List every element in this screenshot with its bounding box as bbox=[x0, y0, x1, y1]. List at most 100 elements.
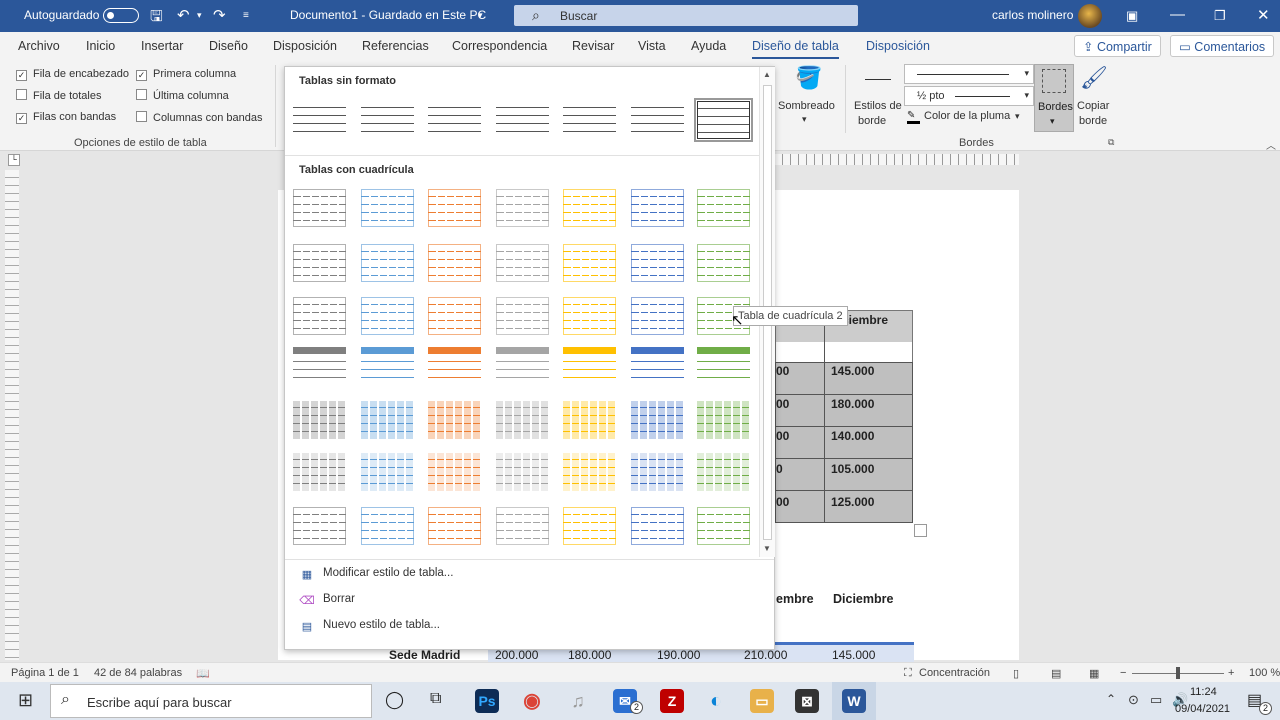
tab-correspondencia[interactable]: Correspondencia bbox=[452, 39, 547, 53]
grid-table-style-thumb[interactable] bbox=[496, 297, 549, 335]
close-icon[interactable]: ✕ bbox=[1257, 6, 1270, 24]
grid-table-style-thumb[interactable] bbox=[293, 244, 346, 282]
grid-table-style-thumb[interactable] bbox=[631, 297, 684, 335]
grid-table-style-thumb[interactable] bbox=[361, 507, 414, 545]
tab-ayuda[interactable]: Ayuda bbox=[691, 39, 726, 53]
scroll-up-icon[interactable]: ▲ bbox=[763, 70, 771, 79]
borders-button[interactable]: Bordes ▾ bbox=[1034, 64, 1074, 132]
horizontal-ruler[interactable] bbox=[775, 154, 1019, 165]
tab-inicio[interactable]: Inicio bbox=[86, 39, 115, 53]
tab-archivo[interactable]: Archivo bbox=[18, 39, 60, 53]
word-count[interactable]: 42 de 84 palabras bbox=[94, 667, 182, 679]
checkbox-first-column[interactable]: ✓ Primera columna bbox=[136, 68, 236, 81]
grid-table-style-thumb[interactable] bbox=[563, 401, 616, 439]
grid-table-style-thumb[interactable] bbox=[631, 507, 684, 545]
grid-table-style-thumb[interactable] bbox=[428, 401, 481, 439]
pen-color-label[interactable]: Color de la pluma bbox=[924, 110, 1010, 122]
windows-start-icon[interactable]: ⊞ bbox=[18, 690, 33, 711]
chrome-icon[interactable]: ◉ bbox=[520, 689, 544, 713]
tray-network-icon[interactable]: ⊙ bbox=[1128, 692, 1139, 708]
tray-battery-icon[interactable]: ▭ bbox=[1150, 692, 1162, 708]
clock-time[interactable]: 11:24 bbox=[1190, 686, 1217, 698]
tab-revisar[interactable]: Revisar bbox=[572, 39, 614, 53]
minimize-icon[interactable]: — bbox=[1170, 6, 1185, 23]
grid-table-style-thumb[interactable] bbox=[563, 189, 616, 227]
grid-table-style-thumb[interactable] bbox=[496, 347, 549, 385]
grid-table-style-thumb[interactable] bbox=[428, 347, 481, 385]
grid-table-style-thumb[interactable] bbox=[496, 401, 549, 439]
grid-table-style-thumb[interactable] bbox=[563, 297, 616, 335]
grid-table-style-thumb[interactable] bbox=[631, 244, 684, 282]
share-button[interactable]: ⇪ Compartir bbox=[1074, 35, 1161, 57]
grid-table-style-thumb[interactable] bbox=[361, 401, 414, 439]
collapse-ribbon-icon[interactable]: ︿ bbox=[1266, 137, 1276, 152]
checkbox-banded-rows[interactable]: ✓ Filas con bandas bbox=[16, 111, 116, 124]
restore-icon[interactable]: ❐ bbox=[1214, 8, 1226, 24]
grid-table-style-thumb[interactable] bbox=[496, 244, 549, 282]
grid-table-style-thumb[interactable] bbox=[496, 453, 549, 491]
border-styles-label2[interactable]: borde bbox=[858, 115, 886, 127]
itunes-icon[interactable]: ♫ bbox=[566, 689, 590, 713]
proofing-icon[interactable]: 📖 bbox=[196, 667, 210, 680]
table-blank-row[interactable] bbox=[775, 342, 913, 362]
tab-selector-icon[interactable]: └ bbox=[8, 154, 20, 166]
zoom-in-icon[interactable]: + bbox=[1228, 667, 1234, 679]
search-box[interactable]: ⌕ Buscar bbox=[514, 5, 858, 26]
tab-disposicion-tabla[interactable]: Disposición bbox=[866, 39, 930, 53]
border-painter-label[interactable]: Copiar bbox=[1077, 100, 1109, 112]
table-style-thumb-selected[interactable] bbox=[694, 98, 753, 142]
grid-table-style-thumb[interactable] bbox=[563, 453, 616, 491]
undo-dropdown-icon[interactable]: ▾ bbox=[197, 10, 202, 21]
grid-table-style-thumb[interactable] bbox=[631, 189, 684, 227]
grid-table-style-thumb[interactable] bbox=[293, 189, 346, 227]
grid-table-style-thumb[interactable] bbox=[697, 347, 750, 385]
focus-label[interactable]: Concentración bbox=[919, 667, 990, 679]
zoom-level[interactable]: 100 % bbox=[1249, 667, 1280, 679]
table-style-thumb[interactable] bbox=[631, 101, 684, 139]
pen-color-dropdown-icon[interactable]: ▾ bbox=[1015, 111, 1020, 122]
user-name[interactable]: carlos molinero bbox=[992, 8, 1073, 22]
table-style-thumb[interactable] bbox=[563, 101, 616, 139]
grid-table-style-thumb[interactable] bbox=[563, 507, 616, 545]
table-style-thumb[interactable] bbox=[496, 101, 549, 139]
page-count[interactable]: Página 1 de 1 bbox=[11, 667, 79, 679]
grid-table-style-thumb[interactable] bbox=[293, 507, 346, 545]
zoom-slider-thumb[interactable] bbox=[1176, 667, 1180, 679]
grid-table-style-thumb[interactable] bbox=[496, 507, 549, 545]
border-painter-icon[interactable]: 🖌 bbox=[1080, 65, 1108, 91]
scroll-down-icon[interactable]: ▼ bbox=[763, 544, 771, 553]
document-title[interactable]: Documento1 - Guardado en Este PC bbox=[290, 8, 486, 22]
checkbox-last-column[interactable]: Última columna bbox=[136, 89, 229, 102]
ribbon-display-icon[interactable]: ▣ bbox=[1126, 8, 1138, 24]
grid-table-style-thumb[interactable] bbox=[428, 189, 481, 227]
grid-table-style-thumb[interactable] bbox=[428, 244, 481, 282]
zoom-out-icon[interactable]: − bbox=[1120, 667, 1126, 679]
paint-bucket-icon[interactable]: 🪣 bbox=[795, 65, 822, 91]
table-resize-handle[interactable] bbox=[914, 524, 927, 537]
file-explorer-icon[interactable]: ▭ bbox=[750, 689, 774, 713]
grid-table-style-thumb[interactable] bbox=[563, 347, 616, 385]
grid-table-style-thumb[interactable] bbox=[361, 189, 414, 227]
grid-table-style-thumb[interactable] bbox=[428, 507, 481, 545]
grid-table-style-thumb[interactable] bbox=[293, 453, 346, 491]
photoshop-icon[interactable]: Ps bbox=[475, 689, 499, 713]
table-style-thumb[interactable] bbox=[293, 101, 346, 139]
dialog-launcher-icon[interactable]: ⧉ bbox=[1108, 137, 1114, 148]
tab-vista[interactable]: Vista bbox=[638, 39, 666, 53]
grid-table-style-thumb[interactable] bbox=[496, 189, 549, 227]
tab-referencias[interactable]: Referencias bbox=[362, 39, 429, 53]
word-icon[interactable]: W bbox=[842, 689, 866, 713]
table-style-thumb[interactable] bbox=[428, 101, 481, 139]
comments-button[interactable]: ▭ Comentarios bbox=[1170, 35, 1275, 57]
grid-table-style-thumb[interactable] bbox=[361, 347, 414, 385]
shading-dropdown-icon[interactable]: ▾ bbox=[802, 114, 807, 125]
grid-table-style-thumb[interactable] bbox=[631, 401, 684, 439]
menu-new-style[interactable]: ▤ Nuevo estilo de tabla... bbox=[299, 619, 440, 634]
grid-table-style-thumb[interactable] bbox=[697, 244, 750, 282]
cortana-icon[interactable]: ◯ bbox=[385, 690, 404, 710]
pen-width-select[interactable]: ½ pto ▾ bbox=[904, 86, 1034, 106]
web-layout-icon[interactable]: ▦ bbox=[1089, 667, 1099, 680]
grid-table-style-thumb[interactable] bbox=[697, 401, 750, 439]
tab-disposicion[interactable]: Disposición bbox=[273, 39, 337, 53]
grid-table-style-thumb[interactable] bbox=[361, 244, 414, 282]
